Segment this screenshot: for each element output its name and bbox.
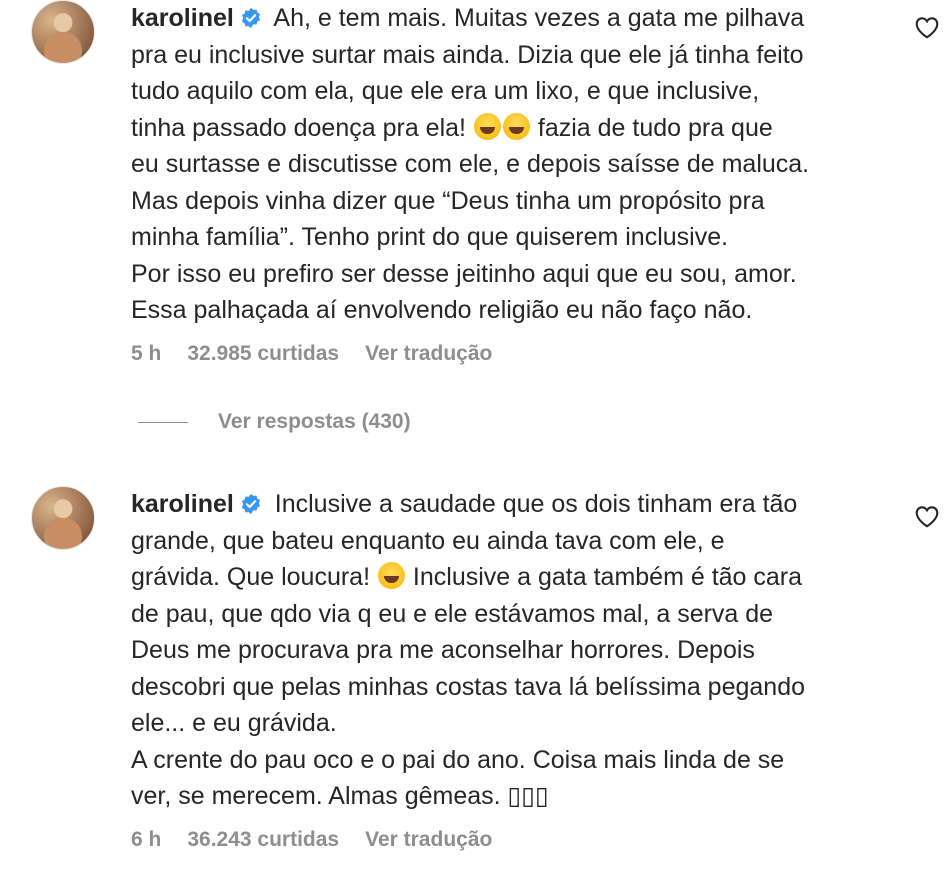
translate-link[interactable]: Ver tradução bbox=[365, 342, 492, 366]
divider bbox=[138, 421, 188, 423]
comment-text: Inclusive a saudade que os dois tinham e… bbox=[267, 490, 798, 518]
verified-badge-icon bbox=[241, 7, 260, 29]
comment-text: Ah, e tem mais. Muitas vezes a gata me p… bbox=[267, 4, 805, 32]
heart-icon[interactable] bbox=[914, 504, 940, 528]
comment-body: karolinel Inclusive a saudade que os doi… bbox=[131, 486, 896, 815]
view-replies-button[interactable]: Ver respostas (430) bbox=[138, 410, 411, 434]
comment-body: karolinel Ah, e tem mais. Muitas vezes a… bbox=[131, 0, 896, 329]
avatar[interactable] bbox=[31, 486, 95, 550]
laughing-emoji-icon bbox=[377, 562, 405, 589]
comment-text: Inclusive a gata também é tão cara de pa… bbox=[131, 563, 806, 810]
username[interactable]: karolinel bbox=[131, 490, 234, 518]
comment-text: fazia de tudo pra que eu surtasse e disc… bbox=[131, 113, 810, 325]
translate-link[interactable]: Ver tradução bbox=[365, 828, 492, 852]
like-count[interactable]: 36.243 curtidas bbox=[187, 828, 339, 852]
laughing-emoji-icon bbox=[473, 112, 501, 140]
verified-badge-icon bbox=[241, 493, 260, 515]
laughing-emoji-icon bbox=[502, 112, 530, 140]
comment-time: 5 h bbox=[131, 342, 162, 365]
comment-time: 6 h bbox=[131, 828, 162, 851]
heart-icon[interactable] bbox=[914, 15, 940, 39]
avatar[interactable] bbox=[31, 0, 95, 64]
comment-meta: 5 h 32.985 curtidas Ver tradução bbox=[131, 342, 518, 366]
comment-meta: 6 h 36.243 curtidas Ver tradução bbox=[131, 828, 518, 852]
username[interactable]: karolinel bbox=[131, 4, 234, 32]
view-replies-label[interactable]: Ver respostas (430) bbox=[218, 410, 411, 434]
like-count[interactable]: 32.985 curtidas bbox=[187, 342, 339, 366]
